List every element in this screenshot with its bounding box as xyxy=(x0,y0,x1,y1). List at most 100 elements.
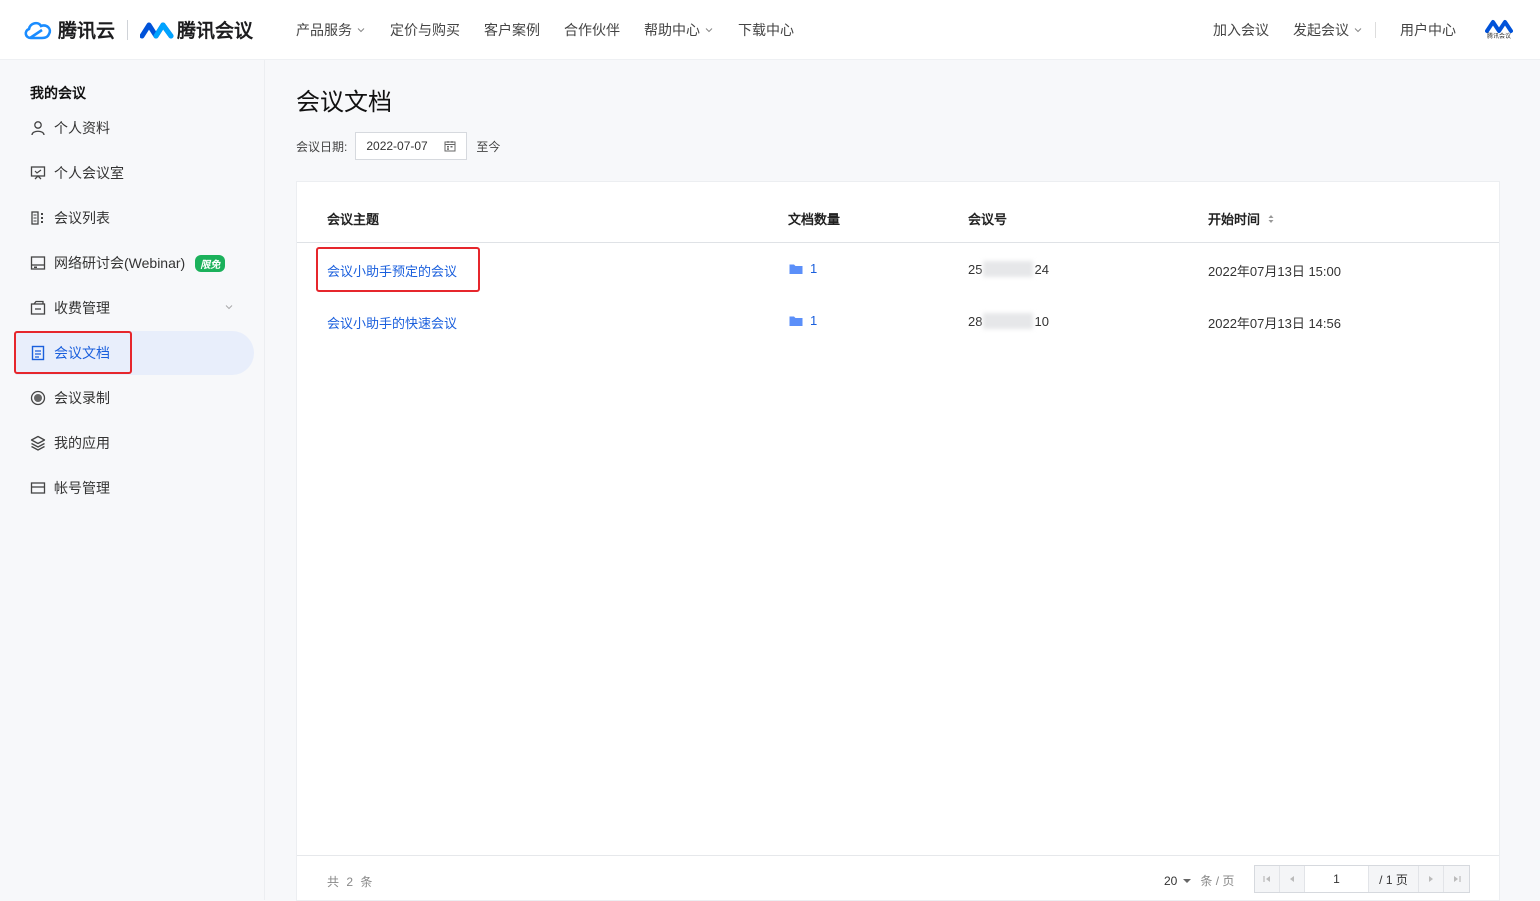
doc-count-link[interactable]: 1 xyxy=(789,313,817,328)
table-header: 会议主题 文档数量 会议号 开始时间 xyxy=(297,182,1499,243)
main-nav: 产品服务 定价与购买 客户案例 合作伙伴 帮助中心 下载中心 xyxy=(296,20,818,40)
next-page-icon xyxy=(1429,876,1433,882)
date-till-label: 至今 xyxy=(476,139,501,154)
next-page-button[interactable] xyxy=(1419,866,1444,892)
doc-count: 1 xyxy=(810,313,818,328)
tencent-meeting-logo[interactable]: 腾讯会议 xyxy=(140,16,253,43)
sidebar-item-label: 网络研讨会(Webinar) xyxy=(54,255,186,271)
chevron-down-icon xyxy=(1354,27,1362,32)
table-row: 会议小助手的快速会议 1 28 10 2022年07月13日 14:56 xyxy=(297,296,1499,348)
meeting-topic-link[interactable]: 会议小助手预定的会议 xyxy=(327,261,457,280)
sidebar-item-documents[interactable]: 会议文档 xyxy=(16,331,254,375)
meeting-id-redacted xyxy=(983,261,1034,277)
page-title: 会议文档 xyxy=(296,89,392,116)
column-header-start-time[interactable]: 开始时间 xyxy=(1208,209,1276,228)
sidebar-item-apps[interactable]: 我的应用 xyxy=(16,421,254,465)
sidebar-item-webinar[interactable]: 网络研讨会(Webinar) 限免 xyxy=(16,241,254,285)
page-size-unit: 条 / 页 xyxy=(1200,874,1235,888)
nav-label: 客户案例 xyxy=(484,21,541,38)
meeting-id-suffix: 10 xyxy=(1034,313,1049,329)
tencent-cloud-logo[interactable]: 腾讯云 xyxy=(22,16,115,43)
nav-right: 加入会议 发起会议 用户中心 腾讯会议 xyxy=(1189,13,1516,47)
start-meeting-label: 发起会议 xyxy=(1293,21,1349,38)
date-picker[interactable]: 2022-07-07 xyxy=(355,132,468,160)
nav-help[interactable]: 帮助中心 xyxy=(644,20,714,40)
column-header-label: 开始时间 xyxy=(1208,212,1261,227)
sidebar-item-label: 个人资料 xyxy=(54,120,110,136)
start-time: 2022年07月13日 14:56 xyxy=(1208,316,1341,331)
nav-products[interactable]: 产品服务 xyxy=(296,20,366,40)
meeting-id-redacted xyxy=(983,313,1034,329)
brand-cloud-text: 腾讯云 xyxy=(58,21,116,42)
folder-icon xyxy=(789,316,803,326)
nav-partners[interactable]: 合作伙伴 xyxy=(564,20,620,40)
account-icon xyxy=(30,480,46,496)
record-icon xyxy=(30,390,46,406)
cloud-logo-icon xyxy=(24,21,52,39)
prev-page-button[interactable] xyxy=(1280,866,1305,892)
doc-count-link[interactable]: 1 xyxy=(789,261,817,276)
chevron-down-icon xyxy=(705,27,713,32)
list-icon xyxy=(30,210,46,226)
meeting-id: 25 24 xyxy=(968,261,1049,277)
sidebar-item-label: 帐号管理 xyxy=(54,480,110,496)
table-footer: 共 2 条 20 条 / 页 1 / 1 页 xyxy=(297,855,1499,900)
page-number-input[interactable]: 1 xyxy=(1305,866,1369,892)
table-row: 会议小助手预定的会议 1 25 24 2022年07月13日 15:00 xyxy=(297,244,1499,296)
start-meeting-menu[interactable]: 发起会议 xyxy=(1293,20,1363,40)
sidebar: 我的会议 个人资料 个人会议室 会议列表 网络研讨会(Webinar) 限免 收… xyxy=(0,60,265,900)
sidebar-item-recording[interactable]: 会议录制 xyxy=(16,376,254,420)
sort-icon xyxy=(1268,214,1274,223)
start-time: 2022年07月13日 15:00 xyxy=(1208,264,1341,279)
brand-meeting-text: 腾讯会议 xyxy=(177,21,254,42)
last-page-button[interactable] xyxy=(1444,866,1469,892)
avatar-text: 腾讯会议 xyxy=(1486,34,1511,40)
top-navigation-bar: 腾讯云 腾讯会议 产品服务 定价与购买 客户案例 合作伙伴 帮助中心 下载中心 … xyxy=(0,0,1540,60)
sidebar-item-profile[interactable]: 个人资料 xyxy=(16,106,254,150)
nav-label: 帮助中心 xyxy=(644,21,701,38)
meeting-room-icon xyxy=(30,165,46,181)
meeting-id-prefix: 25 xyxy=(968,261,983,277)
meeting-id-suffix: 24 xyxy=(1034,261,1049,277)
nav-pricing[interactable]: 定价与购买 xyxy=(390,20,460,40)
sidebar-item-label: 会议录制 xyxy=(54,390,110,406)
nav-cases[interactable]: 客户案例 xyxy=(484,20,540,40)
billing-icon xyxy=(30,300,46,316)
sidebar-item-billing[interactable]: 收费管理 xyxy=(16,286,254,330)
sidebar-item-label: 我的应用 xyxy=(54,435,110,451)
meeting-id-prefix: 28 xyxy=(968,313,983,329)
sidebar-item-account[interactable]: 帐号管理 xyxy=(16,466,254,510)
date-value: 2022-07-07 xyxy=(366,139,428,153)
sidebar-item-personal-room[interactable]: 个人会议室 xyxy=(16,151,254,195)
sidebar-title: 我的会议 xyxy=(30,85,86,101)
documents-table-panel: 会议主题 文档数量 会议号 开始时间 会议小助手预定的会议 1 25 24 20… xyxy=(296,181,1500,901)
calendar-icon xyxy=(444,141,456,152)
avatar[interactable]: 腾讯会议 xyxy=(1482,13,1516,47)
meeting-topic-link[interactable]: 会议小助手的快速会议 xyxy=(327,313,457,332)
nav-download[interactable]: 下载中心 xyxy=(738,20,794,40)
apps-icon xyxy=(30,435,46,451)
folder-icon xyxy=(789,264,803,274)
sidebar-item-meeting-list[interactable]: 会议列表 xyxy=(16,196,254,240)
meeting-id: 28 10 xyxy=(968,313,1049,329)
page-size-select[interactable]: 20 条 / 页 xyxy=(1164,872,1234,889)
last-page-icon xyxy=(1453,876,1461,882)
date-filter: 会议日期: 2022-07-07 至今 xyxy=(296,132,500,160)
first-page-icon xyxy=(1263,876,1270,882)
user-center-link[interactable]: 用户中心 xyxy=(1400,20,1456,40)
sidebar-item-label: 收费管理 xyxy=(54,300,110,316)
nav-label: 下载中心 xyxy=(738,21,795,38)
first-page-button[interactable] xyxy=(1255,866,1280,892)
meeting-logo-icon xyxy=(1485,20,1513,33)
sidebar-item-label: 会议列表 xyxy=(54,210,110,226)
prev-page-icon xyxy=(1290,876,1294,882)
main-content: 会议文档 会议日期: 2022-07-07 至今 会议主题 文档数量 会议号 开… xyxy=(266,60,1540,901)
nav-label: 定价与购买 xyxy=(390,21,461,38)
sidebar-item-label: 会议文档 xyxy=(54,345,110,361)
nav-divider xyxy=(1375,21,1376,38)
nav-label: 产品服务 xyxy=(296,21,353,38)
webinar-icon xyxy=(30,255,46,271)
date-filter-label: 会议日期: xyxy=(296,139,348,154)
meeting-logo-icon xyxy=(140,22,174,38)
join-meeting-link[interactable]: 加入会议 xyxy=(1213,20,1269,40)
